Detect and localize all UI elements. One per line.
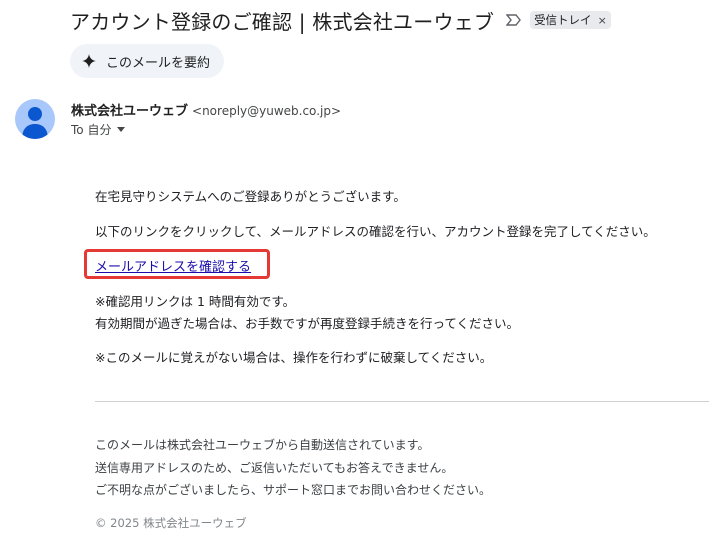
recipient-details-toggle[interactable]: To 自分	[71, 121, 126, 138]
footer-support: ご不明な点がございましたら、サポート窓口までお問い合わせください。	[95, 483, 492, 497]
sender-name[interactable]: 株式会社ユーウェブ	[71, 104, 188, 119]
sparkle-icon	[82, 54, 96, 68]
inbox-label-text: 受信トレイ	[534, 13, 592, 27]
footer-copyright: © 2025 株式会社ユーウェブ	[95, 516, 247, 530]
sender-email: <noreply@yuweb.co.jp>	[192, 104, 342, 118]
footer-no-reply: 送信専用アドレスのため、ご返信いただいてもお答えできません。	[95, 461, 454, 475]
body-note-expired: 有効期間が過ぎた場合は、お手数ですが再度登録手続きを行ってください。	[95, 316, 520, 331]
body-greeting: 在宅見守りシステムへのご登録ありがとうございます。	[95, 189, 406, 204]
confirm-email-link[interactable]: メールアドレスを確認する	[95, 256, 251, 275]
person-icon	[22, 107, 48, 139]
chevron-down-icon	[117, 127, 126, 132]
email-subject: アカウント登録のご確認 | 株式会社ユーウェブ	[70, 9, 495, 34]
sender-line: 株式会社ユーウェブ <noreply@yuweb.co.jp>	[71, 100, 341, 119]
importance-marker-icon[interactable]	[506, 13, 524, 27]
body-note-validity: ※確認用リンクは 1 時間有効です。	[95, 294, 296, 309]
email-subject-row: アカウント登録のご確認 | 株式会社ユーウェブ 受信トレイ ×	[70, 4, 611, 36]
summarize-button[interactable]: このメールを要約	[70, 44, 225, 78]
body-instruction: 以下のリンクをクリックして、メールアドレスの確認を行い、アカウント登録を完了して…	[95, 224, 656, 239]
inbox-label-chip[interactable]: 受信トレイ ×	[530, 11, 611, 29]
remove-label-icon[interactable]: ×	[598, 14, 607, 27]
sender-avatar[interactable]	[15, 99, 55, 139]
footer-auto-sent: このメールは株式会社ユーウェブから自動送信されています。	[95, 438, 430, 452]
recipient-label: To 自分	[71, 123, 112, 137]
summarize-label: このメールを要約	[106, 55, 211, 71]
body-divider	[95, 401, 709, 402]
body-note-ignore: ※このメールに覚えがない場合は、操作を行わずに破棄してください。	[95, 350, 493, 365]
